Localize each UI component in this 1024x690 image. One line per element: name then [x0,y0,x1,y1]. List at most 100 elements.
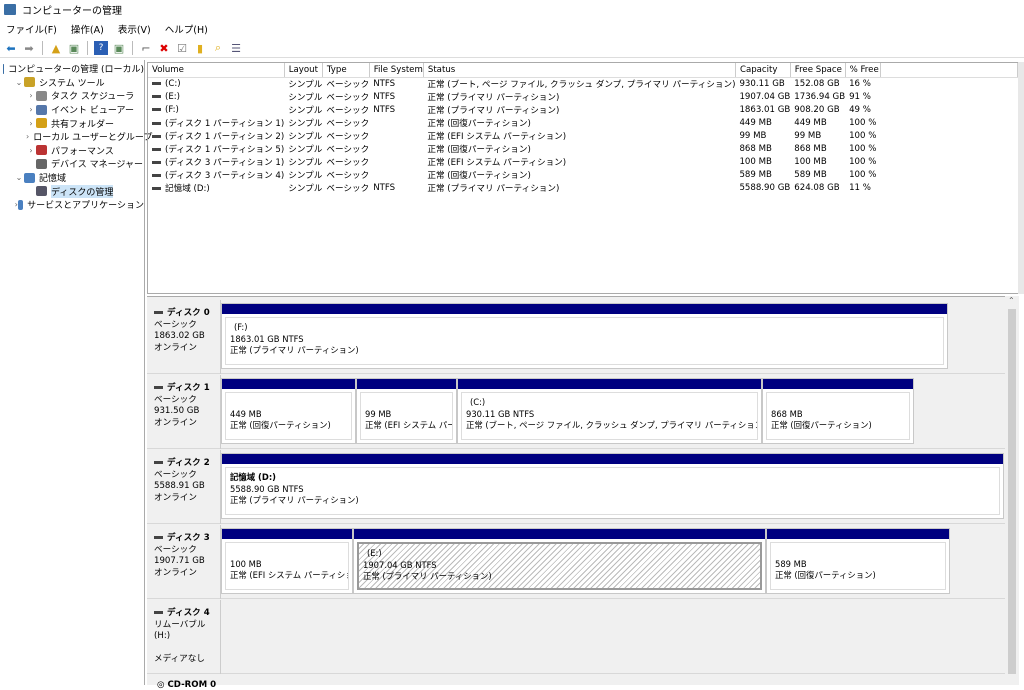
disk-info[interactable]: ディスク 1 ベーシック 931.50 GB オンライン [147,375,221,449]
column-header[interactable]: Volume [148,63,285,78]
menu-view[interactable]: 表示(V) [118,22,151,36]
tree-item[interactable]: デバイス マネージャー [0,157,144,171]
expand-chevron-icon[interactable]: › [26,119,36,128]
partition-status: 正常 (EFI システム パーテ [365,420,452,430]
disk-info[interactable]: ディスク 0 ベーシック 1863.02 GB オンライン [147,300,221,374]
volume-cell [369,116,423,129]
partition-block[interactable]: 868 MB 正常 (回復パーティション) [762,378,914,444]
volume-row[interactable]: (F:) シンプル ベーシック NTFS 正常 (プライマリ パーティション) 1863.… [148,103,1018,116]
volume-cell: 正常 (回復パーティション) [427,170,531,181]
partition-title: (F:) [234,322,248,332]
delete-icon[interactable]: ✖ [157,41,171,55]
properties-icon[interactable]: ☰ [229,41,243,55]
column-header[interactable]: Capacity [735,63,791,78]
scroll-up-icon[interactable]: ⌃ [1008,296,1015,305]
partition-block[interactable]: 記憶域 (D:) 5588.90 GB NTFS 正常 (プライマリ パーティション… [221,453,1004,519]
disk-pane-scrollbar[interactable]: ⌃ [1005,296,1019,685]
expand-chevron-icon[interactable]: › [26,146,36,155]
tree-item[interactable]: ディスクの管理 [0,184,144,198]
menu-help[interactable]: ヘルプ(H) [165,22,208,36]
partition-bar [357,379,456,389]
partition-block[interactable]: 99 MB正常 (EFI システム パーテ [356,378,457,444]
search-folder-icon[interactable]: ⌕ [211,41,225,55]
menu-action[interactable]: 操作(A) [71,22,104,36]
tree-item[interactable]: › パフォーマンス [0,144,144,158]
column-header[interactable]: % Free [845,63,881,78]
toolbar: ⬅ ➡ ▲ ▣ ? ▣ ⌐ ✖ ☑ ▮ ⌕ ☰ [0,39,1024,58]
column-header[interactable]: File System [369,63,424,78]
volume-icon [152,186,161,190]
disk-type: ベーシック [154,469,197,480]
disk-name: ディスク 2 [167,458,210,468]
volume-row[interactable]: (C:) シンプル ベーシック NTFS 正常 (ブート, ページ ファイル, クラッシ… [148,77,1018,90]
disk-type: ベーシック [154,319,197,330]
help-icon[interactable]: ? [94,41,108,55]
disk-info[interactable]: ディスク 2 ベーシック 5588.91 GB オンライン [147,450,221,524]
volume-row[interactable]: (ディスク 1 パーティション 1) シンプル ベーシック 正常 (回復パーティション… [148,116,1018,129]
expand-chevron-icon[interactable]: › [26,105,36,114]
column-header[interactable]: Free Space [790,63,846,78]
action-pane-icon[interactable]: ▣ [112,41,126,55]
tree-item[interactable]: コンピューターの管理 (ローカル) [0,62,144,76]
checklist-icon[interactable]: ☑ [175,41,189,55]
partition-block[interactable]: (C:) 930.11 GB NTFS 正常 (ブート, ページ ファイル, クラッ… [457,378,762,444]
volume-cell: 100 MB [739,156,772,167]
volume-cell: 100 % [849,169,877,180]
volume-row[interactable]: (ディスク 3 パーティション 4) シンプル ベーシック 正常 (回復パーティション… [148,168,1018,181]
disk-name: ディスク 1 [167,383,210,393]
partition-block[interactable]: 449 MB 正常 (回復パーティション) [221,378,356,444]
volume-cell: (E:) [148,90,284,103]
tree-item[interactable]: ⌄ 記憶域 [0,171,144,185]
partition-block[interactable]: 589 MB 正常 (回復パーティション) [766,528,950,594]
expand-chevron-icon[interactable]: › [26,91,36,100]
expand-chevron-icon[interactable]: ⌄ [14,173,24,182]
scroll-thumb[interactable] [1008,309,1016,674]
column-header[interactable]: Type [322,63,370,78]
connect-drive-icon[interactable]: ⌐ [139,41,153,55]
column-header[interactable]: Layout [284,63,323,78]
partition-status: 正常 (EFI システム パーティション) [230,570,348,580]
partition-block[interactable]: 100 MB正常 (EFI システム パーティション) [221,528,353,594]
volume-row[interactable]: (ディスク 3 パーティション 1) シンプル ベーシック 正常 (EFI システム … [148,155,1018,168]
tree-item-label: 共有フォルダー [51,119,115,130]
volume-cell [369,142,423,155]
tree-item[interactable]: › ローカル ユーザーとグループ [0,130,152,144]
tree-item[interactable]: › イベント ビューアー [0,103,144,117]
toolbar-divider [87,41,88,55]
tree-item[interactable]: › 共有フォルダー [0,116,144,130]
tree-item[interactable]: › タスク スケジューラ [0,89,144,103]
partition-body: 記憶域 (D:) 5588.90 GB NTFS 正常 (プライマリ パーティション… [225,467,1000,515]
volume-icon [152,134,161,138]
show-hide-tree-icon[interactable]: ▣ [67,41,81,55]
volume-cell [369,155,423,168]
volume-list-scrollbar[interactable] [1018,62,1024,294]
volume-row[interactable]: 記憶域 (D:) シンプル ベーシック NTFS 正常 (プライマリ パーティション) 5… [148,181,1018,194]
volume-row[interactable]: (ディスク 1 パーティション 2) シンプル ベーシック 正常 (EFI システム … [148,129,1018,142]
volume-row[interactable]: (ディスク 1 パーティション 5) シンプル ベーシック 正常 (回復パーティション… [148,142,1018,155]
expand-chevron-icon[interactable]: › [26,132,29,141]
column-header[interactable]: Status [423,63,736,78]
cdrom-icon: ◎ [157,680,165,690]
disk-info[interactable]: ディスク 4 リムーバブル (H:) メディアなし [147,600,221,674]
disk-info[interactable]: ディスク 3 ベーシック 1907.71 GB オンライン [147,525,221,599]
folder-up-icon[interactable]: ▮ [193,41,207,55]
tree-node-icon [3,63,5,74]
navigation-tree: コンピューターの管理 (ローカル) ⌄ システム ツール › タスク スケジューラ › イベ… [0,60,152,685]
tree-item[interactable]: ⌄ システム ツール [0,76,144,90]
partition-size: 868 MB [771,408,803,419]
volume-icon [152,173,161,177]
up-folder-icon[interactable]: ▲ [49,41,63,55]
partition-block[interactable]: (F:) 1863.01 GB NTFS 正常 (プライマリ パーティション) [221,303,948,369]
partition-block[interactable]: (E:) 1907.04 GB NTFS 正常 (プライマリ パーティション) [353,528,766,594]
tree-item[interactable]: › サービスとアプリケーション [0,198,144,212]
volume-row[interactable]: (E:) シンプル ベーシック NTFS 正常 (プライマリ パーティション) 1907.… [148,90,1018,103]
expand-chevron-icon[interactable]: ⌄ [14,78,24,87]
partition-body: 589 MB 正常 (回復パーティション) [770,542,946,590]
forward-icon[interactable]: ➡ [22,41,36,55]
partition-title: (C:) [470,397,486,407]
volume-cell: シンプル [288,157,323,168]
back-icon[interactable]: ⬅ [4,41,18,55]
partition-title [230,397,347,409]
menu-file[interactable]: ファイル(F) [6,22,57,36]
volume-cell: NTFS [373,182,396,193]
